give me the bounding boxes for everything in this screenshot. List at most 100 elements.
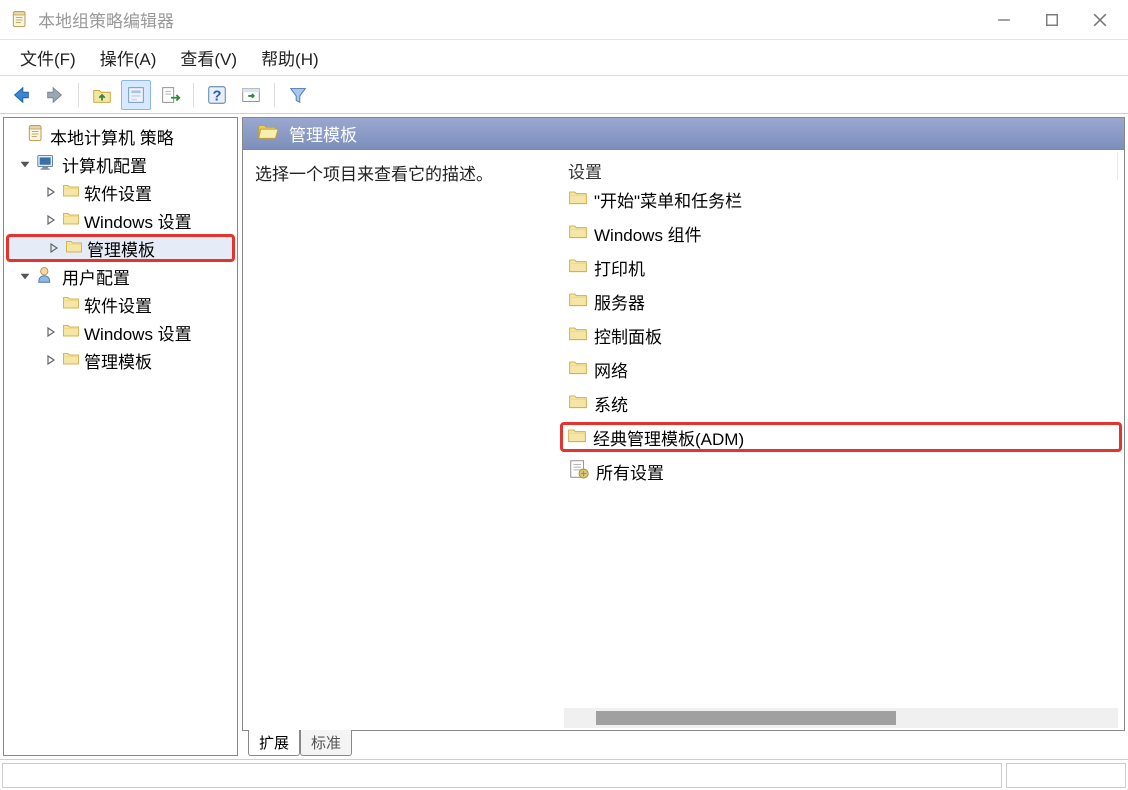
settings-item-classic-adm[interactable]: 经典管理模板(ADM) [560,422,1122,452]
properties-button[interactable] [121,80,151,110]
folder-icon [62,322,80,343]
tree-computer-config[interactable]: 计算机配置 [6,150,235,178]
app-icon [10,8,30,32]
menu-bar: 文件(F) 操作(A) 查看(V) 帮助(H) [0,40,1128,76]
help-button[interactable] [202,80,232,110]
scrollbar-track[interactable] [896,711,1118,725]
folder-icon [65,238,83,259]
minimize-button[interactable] [980,0,1028,40]
tree-computer-admin-templates[interactable]: 管理模板 [6,234,235,262]
settings-item-all-settings[interactable]: 所有设置 [564,456,1118,486]
list-container: 管理模板 选择一个项目来查看它的描述。 设置 "开始"菜单和任务栏 [242,117,1125,731]
filter-button[interactable] [283,80,313,110]
folder-icon [568,392,588,415]
tree-label: Windows 设置 [84,208,192,233]
computer-icon [36,152,58,177]
tree-user-config[interactable]: 用户配置 [6,262,235,290]
status-cell [2,763,1002,788]
chevron-right-icon[interactable] [44,213,58,227]
toolbar-separator [274,83,275,107]
close-button[interactable] [1076,0,1124,40]
right-pane: 管理模板 选择一个项目来查看它的描述。 设置 "开始"菜单和任务栏 [242,117,1125,756]
tree-user-software[interactable]: 软件设置 [6,290,235,318]
tree-root[interactable]: 本地计算机 策略 [6,122,235,150]
up-folder-button[interactable] [87,80,117,110]
chevron-right-icon[interactable] [44,185,58,199]
folder-icon [568,222,588,245]
settings-item-network[interactable]: 网络 [564,354,1118,384]
tree-label: 用户配置 [62,264,130,289]
tree-label: 软件设置 [84,292,152,317]
user-icon [36,264,58,289]
tree-label: 计算机配置 [62,152,147,177]
folder-icon [62,350,80,371]
chevron-right-icon[interactable] [47,241,61,255]
settings-item-list: "开始"菜单和任务栏 Windows 组件 打印机 服务器 [558,182,1124,730]
tree-label: 本地计算机 策略 [50,124,174,149]
chevron-down-icon[interactable] [18,157,32,171]
tree-label: 管理模板 [87,236,155,261]
folder-icon [568,358,588,381]
forward-button[interactable] [40,80,70,110]
title-bar: 本地组策略编辑器 [0,0,1128,40]
status-cell [1006,763,1126,788]
folder-icon [568,256,588,279]
list-header-title: 管理模板 [289,121,357,146]
back-button[interactable] [6,80,36,110]
policy-root-icon [26,123,46,150]
tree-label: 管理模板 [84,348,152,373]
settings-item-system[interactable]: 系统 [564,388,1118,418]
all-settings-icon [568,458,590,485]
tree-user-admin-templates[interactable]: 管理模板 [6,346,235,374]
tree-pane[interactable]: 本地计算机 策略 计算机配置 软件设置 Windows 设置 管理模板 用户配置 [3,117,238,756]
folder-icon [567,426,587,449]
tree-computer-windows[interactable]: Windows 设置 [6,206,235,234]
maximize-button[interactable] [1028,0,1076,40]
window-title: 本地组策略编辑器 [38,7,980,32]
folder-open-icon [257,121,279,146]
folder-icon [62,210,80,231]
settings-item-label: 控制面板 [594,323,662,348]
settings-item-control-panel[interactable]: 控制面板 [564,320,1118,350]
settings-item-label: 系统 [594,391,628,416]
folder-icon [62,294,80,315]
tab-standard[interactable]: 标准 [300,730,352,756]
folder-icon [568,290,588,313]
toolbar [0,76,1128,114]
menu-view[interactable]: 查看(V) [168,41,249,74]
description-prompt: 选择一个项目来查看它的描述。 [255,165,493,184]
list-header: 管理模板 [243,118,1124,150]
horizontal-scrollbar[interactable] [564,708,1118,728]
chevron-down-icon[interactable] [18,269,32,283]
menu-help[interactable]: 帮助(H) [249,41,331,74]
settings-item-printers[interactable]: 打印机 [564,252,1118,282]
tree-user-windows[interactable]: Windows 设置 [6,318,235,346]
export-button[interactable] [155,80,185,110]
scrollbar-thumb[interactable] [596,711,896,725]
folder-icon [568,188,588,211]
tree-computer-software[interactable]: 软件设置 [6,178,235,206]
tree-label: Windows 设置 [84,320,192,345]
main-content: 本地计算机 策略 计算机配置 软件设置 Windows 设置 管理模板 用户配置 [0,114,1128,760]
folder-icon [62,182,80,203]
toolbar-separator [193,83,194,107]
chevron-right-icon[interactable] [44,325,58,339]
run-button[interactable] [236,80,266,110]
settings-item-windows-components[interactable]: Windows 组件 [564,218,1118,248]
tab-extended[interactable]: 扩展 [248,730,300,756]
settings-item-start-taskbar[interactable]: "开始"菜单和任务栏 [564,184,1118,214]
toolbar-separator [78,83,79,107]
list-body: 选择一个项目来查看它的描述。 设置 "开始"菜单和任务栏 [243,150,1124,730]
column-resize-handle[interactable] [1117,152,1118,180]
description-column: 选择一个项目来查看它的描述。 [243,150,558,730]
settings-item-label: 网络 [594,357,628,382]
menu-action[interactable]: 操作(A) [88,41,169,74]
settings-item-servers[interactable]: 服务器 [564,286,1118,316]
tab-strip: 扩展 标准 [242,730,1125,756]
status-bar [0,760,1128,790]
menu-file[interactable]: 文件(F) [8,41,88,74]
settings-header[interactable]: 设置 [558,150,1124,182]
chevron-right-icon[interactable] [44,353,58,367]
settings-item-label: "开始"菜单和任务栏 [594,187,742,212]
settings-item-label: 服务器 [594,289,645,314]
